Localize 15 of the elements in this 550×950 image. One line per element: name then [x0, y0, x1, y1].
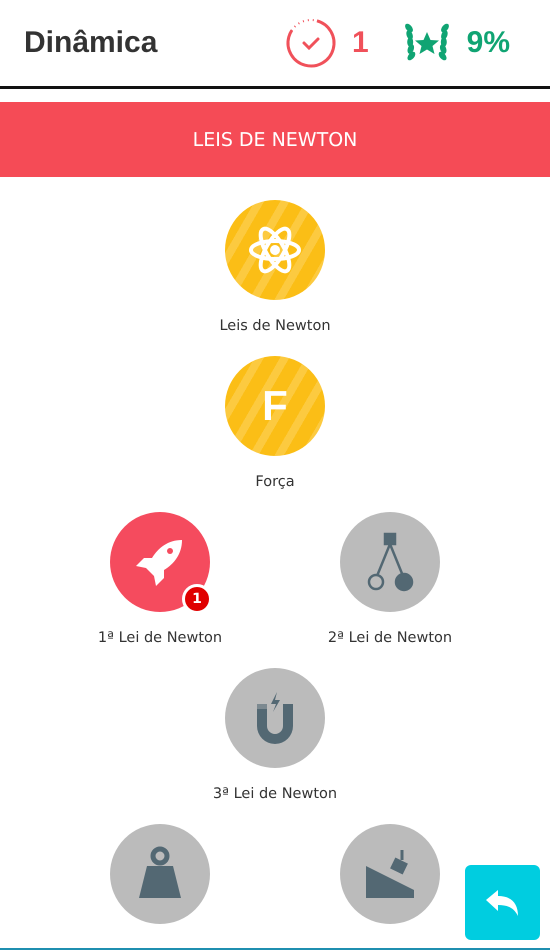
notification-badge: 1 — [182, 584, 212, 614]
section-title: LEIS DE NEWTON — [192, 128, 358, 150]
progress-ring-icon — [284, 16, 338, 70]
lesson-letter: F — [262, 382, 288, 430]
pendulum-icon — [365, 532, 415, 592]
reply-arrow-icon — [486, 890, 520, 916]
lesson-label: Força — [255, 474, 295, 490]
page-title: Dinâmica — [24, 26, 159, 60]
score-percent: 9% — [466, 26, 510, 60]
progress-count: 1 — [352, 26, 369, 60]
lesson-label: 1ª Lei de Newton — [98, 630, 222, 646]
lesson-label: Leis de Newton — [219, 318, 331, 334]
lesson-label: 2ª Lei de Newton — [328, 630, 452, 646]
lesson-label: 3ª Lei de Newton — [212, 786, 338, 802]
lesson-node[interactable]: 1 — [110, 512, 210, 612]
